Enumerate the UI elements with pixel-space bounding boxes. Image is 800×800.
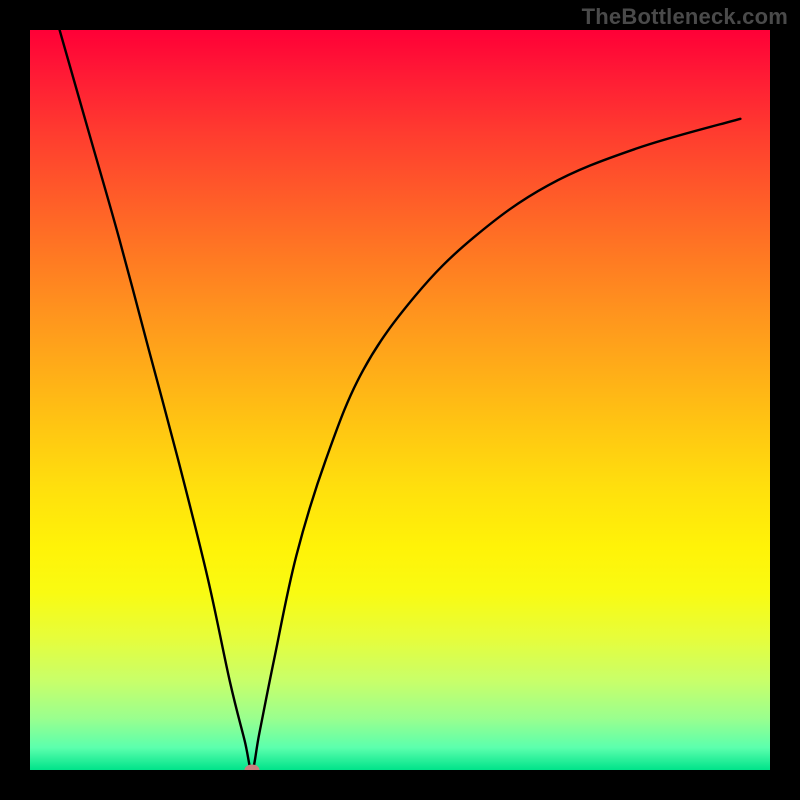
watermark-text: TheBottleneck.com bbox=[582, 4, 788, 30]
chart-frame: TheBottleneck.com bbox=[0, 0, 800, 800]
bottleneck-curve bbox=[30, 30, 770, 770]
plot-area bbox=[30, 30, 770, 770]
curve-minimum-marker bbox=[245, 765, 260, 771]
